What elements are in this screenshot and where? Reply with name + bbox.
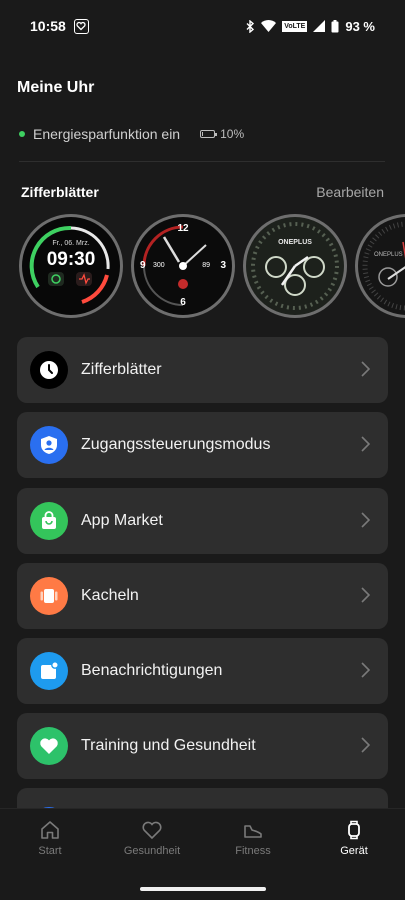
status-dot-icon [19,131,25,137]
tiles-icon [30,577,68,615]
nav-label: Gesundheit [123,845,181,857]
edit-button[interactable]: Bearbeiten [316,184,384,200]
watch-face-carousel[interactable]: Fr., 06. Mrz. 09:30 12 6 9 3 300 89 ONEP… [19,214,405,320]
watch-face-2-nine: 9 [140,260,146,271]
watch-face-3[interactable]: ONEPLUS [243,214,347,318]
menu-item-label: Kacheln [81,587,139,604]
nav-device[interactable]: Gerät [309,819,399,857]
menu-item-label: Zifferblätter [81,361,162,378]
watch-face-1-time: 09:30 [46,249,96,270]
heart-icon [30,727,68,765]
nav-label: Start [38,845,62,857]
health-notification-icon [73,18,89,34]
battery-icon [331,19,339,32]
gesture-home-bar[interactable] [140,887,266,891]
menu-item-label: Benachrichtigungen [81,662,223,679]
watch-face-2-bottom: 6 [180,297,186,308]
battery-percent: 93 % [345,18,375,34]
running-icon [178,279,188,289]
watch-battery: 10% [200,127,244,141]
nav-health[interactable]: Gesundheit [107,819,197,857]
divider [19,161,385,162]
status-time: 10:58 [30,18,66,34]
menu-item-tiles[interactable]: Kacheln [17,563,388,629]
energy-saving-status[interactable]: Energiesparfunktion ein 10% [19,126,244,142]
watch-face-1[interactable]: Fr., 06. Mrz. 09:30 [19,214,123,318]
chevron-right-icon [361,737,370,753]
chevron-right-icon [361,512,370,528]
watch-icon [348,820,360,840]
nav-label: Gerät [340,845,368,857]
signal-icon [313,20,326,32]
watch-face-4[interactable]: ONEPLUS [355,214,405,318]
menu-item-notifications[interactable]: Benachrichtigungen [17,638,388,704]
chevron-right-icon [361,436,370,452]
menu-item-label: Zugangssteuerungsmodus [81,436,271,453]
notification-icon [30,652,68,690]
battery-outline-icon [200,130,218,138]
energy-saving-label: Energiesparfunktion ein [33,126,181,142]
watch-face-1-date: Fr., 06. Mrz. [52,240,90,247]
watch-face-2-three: 3 [220,260,226,271]
bluetooth-icon [246,19,255,33]
nav-label: Fitness [235,845,271,857]
clock-icon [30,351,68,389]
shoe-icon [244,825,262,838]
watch-face-2[interactable]: 12 6 9 3 300 89 [131,214,235,318]
user-shield-icon [30,426,68,464]
watch-battery-percent: 10% [220,127,245,141]
watch-face-2-right-value: 89 [202,262,210,269]
heart-outline-icon [142,821,162,840]
status-bar: 10:58 VoLTE 93 % [0,0,405,52]
watch-faces-header: Zifferblätter Bearbeiten [21,184,384,200]
volte-badge: VoLTE [282,20,308,32]
wifi-icon [261,20,277,32]
home-icon [41,821,59,839]
watch-face-3-brand: ONEPLUS [278,239,312,246]
status-icons: VoLTE 93 % [246,19,375,34]
menu-item-training-health[interactable]: Training und Gesundheit [17,713,388,779]
watch-face-2-top: 12 [177,223,189,234]
menu-item-app-market[interactable]: App Market [17,488,388,554]
menu-item-watch-faces[interactable]: Zifferblätter [17,337,388,403]
watch-faces-title: Zifferblätter [21,184,99,200]
nav-start[interactable]: Start [5,819,95,857]
watch-face-2-left-value: 300 [153,262,165,269]
page-title: Meine Uhr [17,79,95,96]
watch-face-4-brand: ONEPLUS [374,252,403,258]
menu-item-access-control[interactable]: Zugangssteuerungsmodus [17,412,388,478]
nav-fitness[interactable]: Fitness [208,819,298,857]
menu-item-label: Training und Gesundheit [81,737,256,754]
shopping-bag-icon [30,502,68,540]
chevron-right-icon [361,361,370,377]
chevron-right-icon [361,662,370,678]
menu-item-label: App Market [81,512,163,529]
chevron-right-icon [361,587,370,603]
